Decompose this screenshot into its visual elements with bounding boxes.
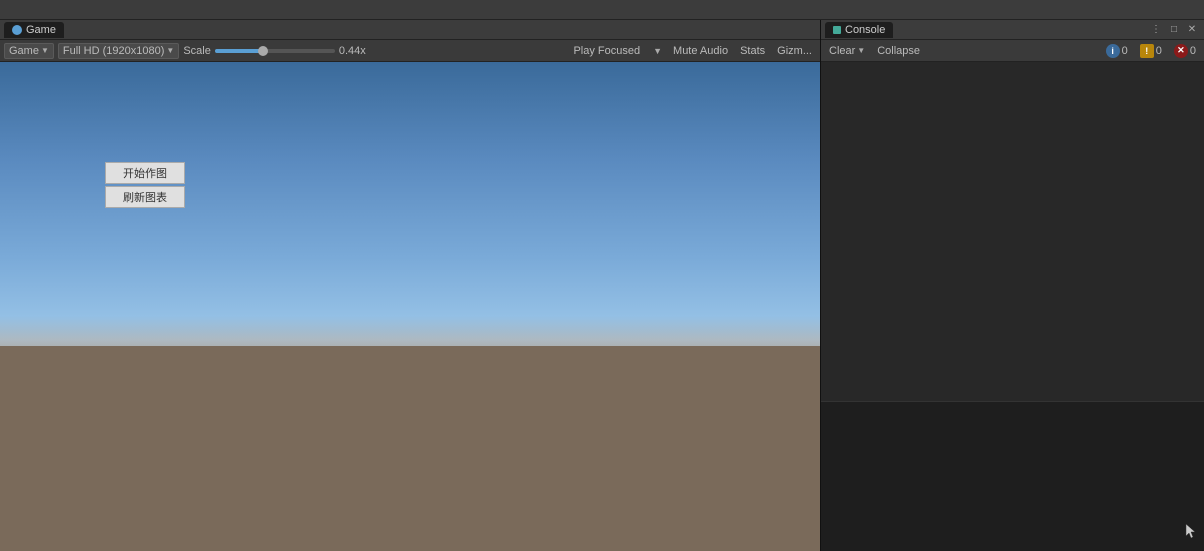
scale-label: Scale [183, 45, 211, 57]
scale-slider-fill [215, 49, 263, 53]
ground-layer [0, 346, 820, 551]
clear-dropdown-arrow: ▼ [857, 46, 865, 55]
play-focused-dropdown-arrow[interactable]: ▼ [650, 45, 665, 57]
console-maximize-icon[interactable]: □ [1166, 22, 1182, 38]
console-tab-icon [833, 26, 841, 34]
resolution-dropdown[interactable]: Full HD (1920x1080) ▼ [58, 43, 179, 59]
scale-slider-thumb [258, 46, 268, 56]
game-tab-label: Game [26, 24, 56, 36]
start-drawing-button[interactable]: 开始作图 [105, 162, 185, 184]
scale-value: 0.44x [339, 45, 371, 57]
info-badge[interactable]: i 0 [1102, 43, 1132, 59]
resolution-dropdown-value: Full HD (1920x1080) [63, 45, 165, 57]
game-tab-icon [12, 25, 22, 35]
scale-slider[interactable] [215, 49, 335, 53]
error-count: 0 [1190, 45, 1196, 57]
console-tab[interactable]: Console [825, 22, 893, 38]
cursor-arrow-icon [1184, 522, 1196, 540]
console-panel: Console ⋮ □ ✕ Clear ▼ Collapse i 0 [820, 20, 1204, 551]
play-focused-button[interactable]: Play Focused [567, 44, 646, 58]
mute-audio-button[interactable]: Mute Audio [669, 44, 732, 58]
resolution-dropdown-arrow: ▼ [166, 46, 174, 55]
clear-label: Clear [829, 45, 855, 57]
warn-count: 0 [1156, 45, 1162, 57]
warn-icon: ! [1140, 44, 1154, 58]
console-content [821, 62, 1204, 401]
display-dropdown-arrow: ▼ [41, 46, 49, 55]
stats-button[interactable]: Stats [736, 44, 769, 58]
game-ui-buttons: 开始作图 刷新图表 [105, 162, 185, 208]
main-layout: Game Game ▼ Full HD (1920x1080) ▼ Scale … [0, 20, 1204, 551]
console-toolbar: Clear ▼ Collapse i 0 ! 0 ✕ 0 [821, 40, 1204, 62]
info-icon: i [1106, 44, 1120, 58]
display-dropdown-value: Game [9, 45, 39, 57]
game-tab-bar: Game [0, 20, 820, 40]
cursor-indicator [1184, 522, 1196, 543]
collapse-button[interactable]: Collapse [873, 44, 924, 58]
warn-badge[interactable]: ! 0 [1136, 43, 1166, 59]
gizmos-label: Gizm... [777, 45, 812, 57]
console-tab-bar: Console ⋮ □ ✕ [821, 20, 1204, 40]
error-badge[interactable]: ✕ 0 [1170, 43, 1200, 59]
console-bottom [821, 401, 1204, 551]
console-tab-label: Console [845, 24, 885, 36]
stats-label: Stats [740, 45, 765, 57]
unity-top-bar [0, 0, 1204, 20]
collapse-label: Collapse [877, 45, 920, 57]
game-panel: Game Game ▼ Full HD (1920x1080) ▼ Scale … [0, 20, 820, 551]
error-icon: ✕ [1174, 44, 1188, 58]
console-menu-icon[interactable]: ⋮ [1148, 22, 1164, 38]
game-viewport: 开始作图 刷新图表 [0, 62, 820, 551]
play-focused-label: Play Focused [573, 45, 640, 57]
game-toolbar: Game ▼ Full HD (1920x1080) ▼ Scale 0.44x… [0, 40, 820, 62]
mute-audio-label: Mute Audio [673, 45, 728, 57]
display-dropdown[interactable]: Game ▼ [4, 43, 54, 59]
clear-button[interactable]: Clear ▼ [825, 44, 869, 58]
console-close-icon[interactable]: ✕ [1184, 22, 1200, 38]
scale-section: Scale 0.44x [183, 45, 563, 57]
gizmos-button[interactable]: Gizm... [773, 44, 816, 58]
refresh-chart-button[interactable]: 刷新图表 [105, 186, 185, 208]
game-tab[interactable]: Game [4, 22, 64, 38]
console-tab-actions: ⋮ □ ✕ [1148, 22, 1200, 38]
info-count: 0 [1122, 45, 1128, 57]
